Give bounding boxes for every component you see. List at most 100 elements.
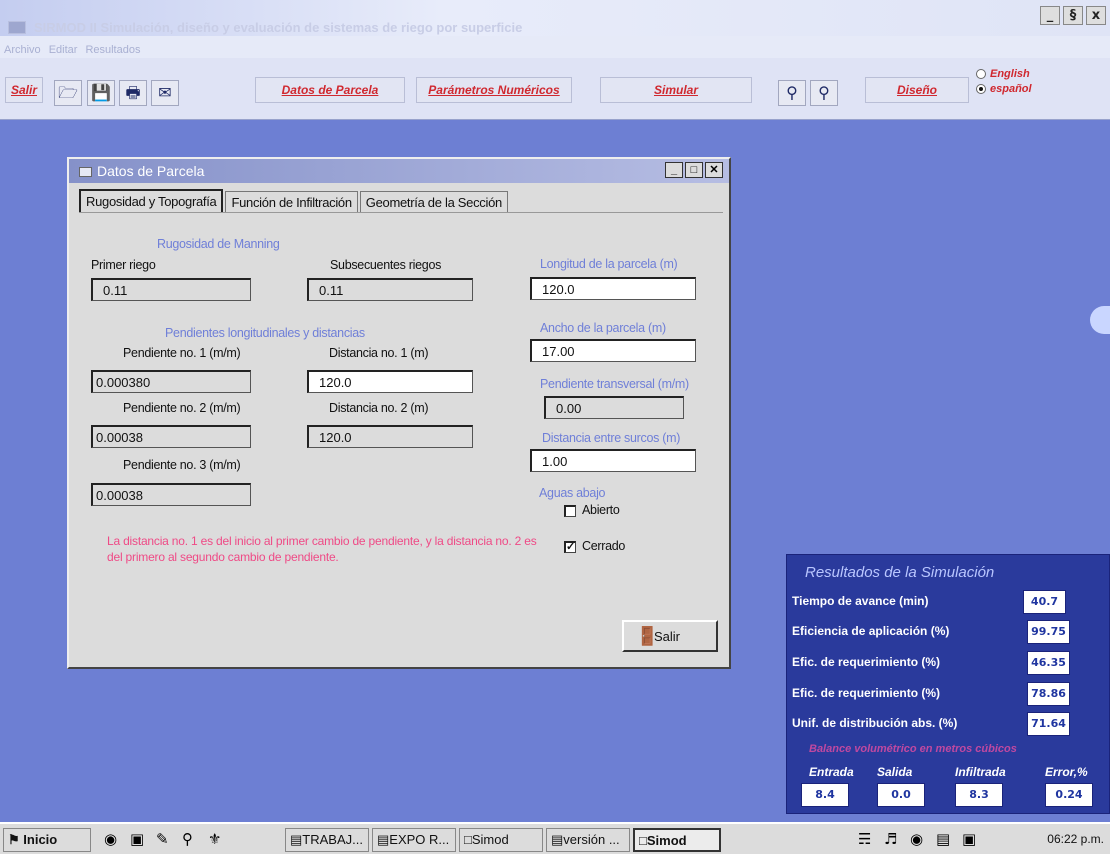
parametros-numericos-button[interactable]: Parámetros Numéricos: [416, 77, 572, 103]
desktop-icon[interactable]: ▣: [130, 830, 144, 848]
lang-english-option[interactable]: English: [976, 67, 1032, 82]
info-icon[interactable]: ⚲: [810, 80, 838, 106]
distancia1-field[interactable]: 120.0: [307, 370, 473, 393]
balance-value: 8.4: [801, 783, 849, 807]
tray-globe-icon[interactable]: ◉: [910, 830, 923, 848]
result-label: Eficiencia de aplicación (%): [792, 624, 950, 638]
result-value: 78.86: [1027, 682, 1070, 706]
longitud-field[interactable]: 120.0: [530, 277, 696, 300]
pendiente2-field[interactable]: 0.00038: [91, 425, 251, 448]
open-file-icon[interactable]: 🗁: [54, 80, 82, 106]
cerrado-checkbox[interactable]: ✓: [564, 540, 576, 553]
result-value: 99.75: [1027, 620, 1070, 644]
distancia2-field[interactable]: 120.0: [307, 425, 473, 448]
app-icon: [8, 21, 26, 34]
balance-header: Entrada: [809, 765, 854, 779]
rugosidad-title: Rugosidad de Manning: [157, 237, 280, 251]
distancia2-label: Distancia no. 2 (m): [329, 401, 429, 415]
pendiente2-label: Pendiente no. 2 (m/m): [123, 401, 241, 415]
ancho-field[interactable]: 17.00: [530, 339, 696, 362]
dialog-minimize-button[interactable]: _: [665, 162, 683, 178]
decorative-shape: [1090, 306, 1110, 334]
balance-header: Infiltrada: [955, 765, 1006, 779]
help-icon[interactable]: ⚲: [778, 80, 806, 106]
longitud-label: Longitud de la parcela (m): [540, 257, 678, 271]
pendiente3-field[interactable]: 0.00038: [91, 483, 251, 506]
pendiente1-label: Pendiente no. 1 (m/m): [123, 346, 241, 360]
distancia1-label: Distancia no. 1 (m): [329, 346, 429, 360]
maximize-button[interactable]: §: [1063, 6, 1083, 25]
language-selector: English español: [976, 67, 1032, 97]
minimize-button[interactable]: _: [1040, 6, 1060, 25]
dialog-maximize-button[interactable]: □: [685, 162, 703, 178]
result-label: Efic. de requerimiento (%): [792, 655, 941, 669]
taskbar-item-active[interactable]: □Simod: [633, 828, 721, 852]
datos-parcela-button[interactable]: Datos de Parcela: [255, 77, 405, 103]
simular-button[interactable]: Simular: [600, 77, 752, 103]
menu-editar[interactable]: Editar: [49, 44, 78, 58]
tab-geometria[interactable]: Geometría de la Sección: [359, 191, 508, 213]
diseno-button[interactable]: Diseño: [865, 77, 969, 103]
tool-icon[interactable]: ⚲: [182, 830, 193, 848]
primer-riego-field[interactable]: 0.11: [91, 278, 251, 301]
tray-monitor-icon[interactable]: ▣: [962, 830, 976, 848]
toolbar: Salir 🗁 💾 🖶 ✉ Datos de Parcela Parámetro…: [0, 58, 1110, 120]
cerrado-option[interactable]: ✓ Cerrado: [564, 539, 625, 553]
dialog-tabs: Rugosidad y Topografía Función de Infilt…: [79, 189, 510, 213]
dialog-title: Datos de Parcela: [97, 163, 205, 179]
window-controls: _ § x: [1040, 6, 1106, 25]
taskbar-item[interactable]: □Simod: [459, 828, 543, 852]
transversal-label: Pendiente transversal (m/m): [540, 377, 689, 391]
tray-printer-icon[interactable]: ▤: [936, 830, 950, 848]
channels-icon[interactable]: ✎: [156, 830, 169, 848]
document-icon: ▤: [551, 832, 564, 847]
menu-resultados[interactable]: Resultados: [85, 44, 140, 58]
start-button[interactable]: ⚑ Inicio: [3, 828, 91, 852]
window-icon: □: [639, 833, 647, 848]
save-icon[interactable]: 💾: [87, 80, 115, 106]
window-icon: □: [464, 832, 472, 847]
menu-archivo[interactable]: Archivo: [4, 44, 41, 58]
balance-value: 0.24: [1045, 783, 1093, 807]
acrobat-icon[interactable]: ⚜: [208, 830, 221, 848]
pendiente3-label: Pendiente no. 3 (m/m): [123, 458, 241, 472]
dialog-icon: [79, 167, 92, 177]
abierto-option[interactable]: Abierto: [564, 503, 620, 517]
windows-logo-icon: ⚑: [8, 832, 20, 847]
results-panel: Resultados de la Simulación Tiempo de av…: [786, 554, 1110, 814]
radio-espanol[interactable]: [976, 84, 986, 95]
menu-bar: Archivo Editar Resultados: [0, 36, 1110, 58]
title-bar: SIRMOD II Simulación, diseño y evaluació…: [0, 0, 1110, 36]
tab-rugosidad[interactable]: Rugosidad y Topografía: [79, 189, 224, 213]
tray-network-icon[interactable]: ☴: [858, 830, 871, 848]
taskbar-item[interactable]: ▤TRABAJ...: [285, 828, 369, 852]
tab-separator: [79, 212, 723, 213]
transversal-field[interactable]: 0.00: [544, 396, 684, 419]
pendiente1-field[interactable]: 0.000380: [91, 370, 251, 393]
tab-infiltracion[interactable]: Función de Infiltración: [225, 191, 358, 213]
dialog-close-button[interactable]: ✕: [705, 162, 723, 178]
result-label: Efic. de requerimiento (%): [792, 686, 941, 700]
surcos-label: Distancia entre surcos (m): [542, 431, 681, 445]
datos-parcela-dialog: Datos de Parcela _ □ ✕ Rugosidad y Topog…: [67, 157, 731, 669]
result-label: Unif. de distribución abs. (%): [792, 716, 958, 730]
balance-value: 8.3: [955, 783, 1003, 807]
document-icon: ▤: [377, 832, 390, 847]
surcos-field[interactable]: 1.00: [530, 449, 696, 472]
result-value: 40.7: [1023, 590, 1066, 614]
dialog-salir-button[interactable]: 🚪 Salir: [622, 620, 718, 652]
browser-icon[interactable]: ◉: [104, 830, 117, 848]
clock: 06:22 p.m.: [1047, 832, 1104, 846]
ancho-label: Ancho de la parcela (m): [540, 321, 666, 335]
close-button[interactable]: x: [1086, 6, 1106, 25]
subsecuentes-field[interactable]: 0.11: [307, 278, 473, 301]
lang-espanol-option[interactable]: español: [976, 82, 1032, 97]
salir-toolbar-button[interactable]: Salir: [5, 77, 43, 103]
export-icon[interactable]: ✉: [151, 80, 179, 106]
abierto-checkbox[interactable]: [564, 504, 576, 517]
tray-volume-icon[interactable]: ♬: [884, 830, 897, 848]
radio-english[interactable]: [976, 69, 986, 80]
print-icon[interactable]: 🖶: [119, 80, 147, 106]
taskbar-item[interactable]: ▤EXPO R...: [372, 828, 456, 852]
taskbar-item[interactable]: ▤versión ...: [546, 828, 630, 852]
